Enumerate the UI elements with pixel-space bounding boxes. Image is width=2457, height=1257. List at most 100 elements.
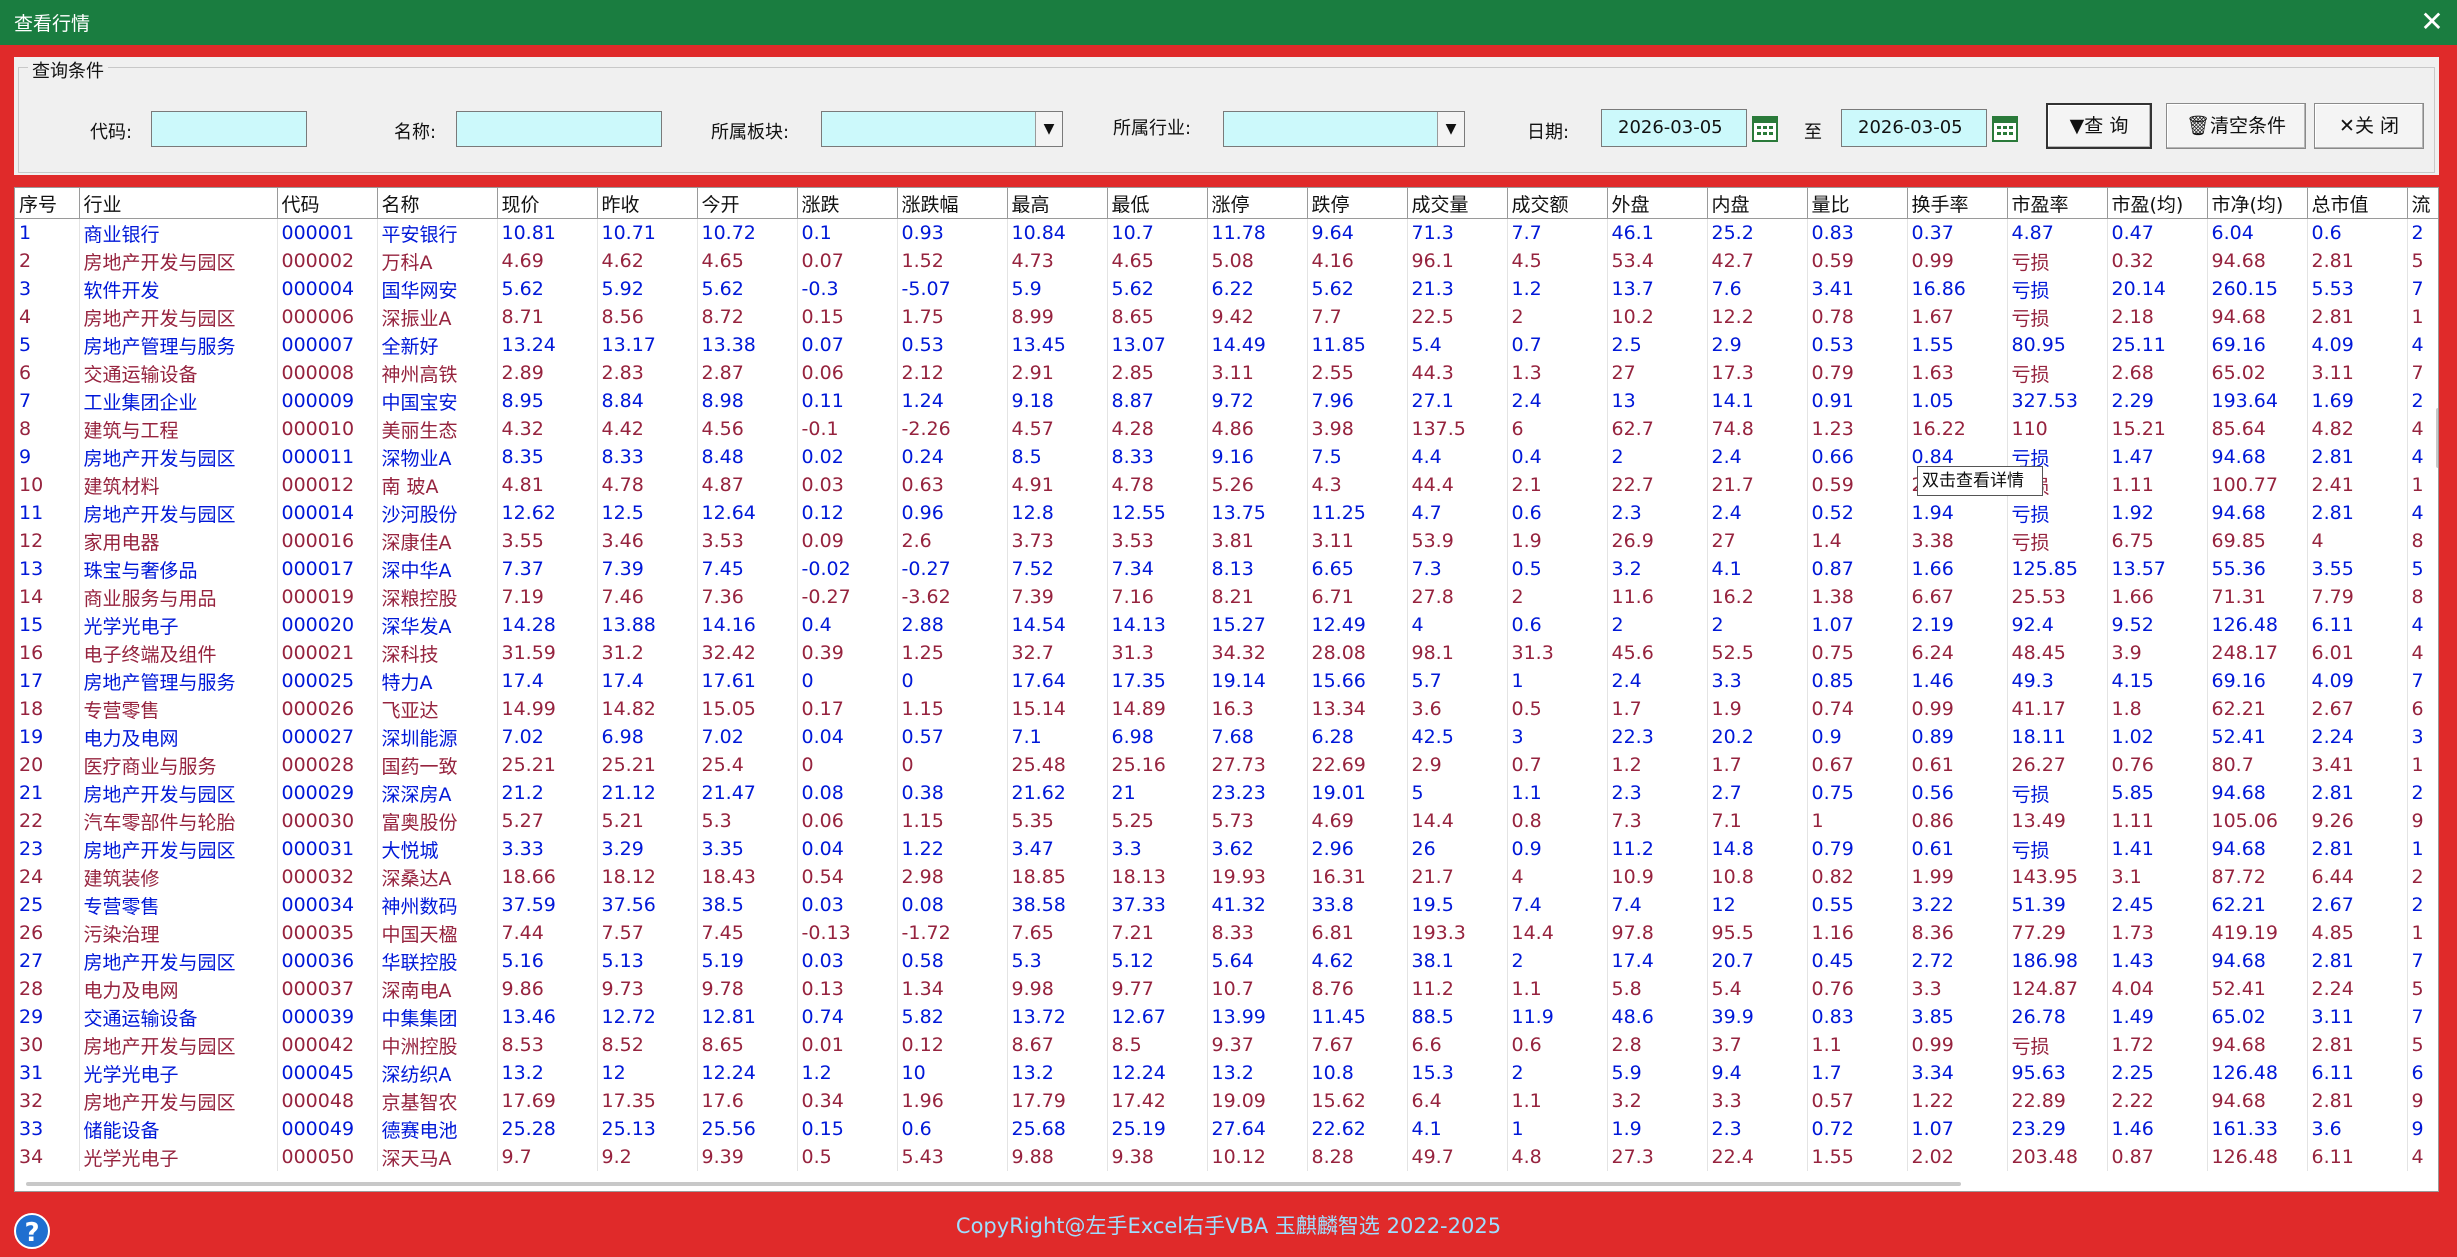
table-cell: 21.62 [1007, 779, 1108, 807]
table-cell: 8.99 [1007, 303, 1108, 331]
table-cell: 7.5 [1307, 443, 1408, 471]
column-header[interactable]: 今开 [697, 188, 798, 219]
table-row[interactable]: 15 光学光电子 000020 深华发A 14.28 13.88 14.16 0.4 2.88 1… [15, 611, 2438, 639]
sector-select[interactable]: ▼ [821, 111, 1063, 147]
column-header[interactable]: 涨跌 [797, 188, 898, 219]
column-header[interactable]: 外盘 [1607, 188, 1708, 219]
table-row[interactable]: 6 交通运输设备 000008 神州高铁 2.89 2.83 2.87 0.06 2.12 2.9… [15, 359, 2438, 387]
table-row[interactable]: 18 专营零售 000026 飞亚达 14.99 14.82 15.05 0.17 1.15 15… [15, 695, 2438, 723]
column-header[interactable]: 最高 [1007, 188, 1108, 219]
column-header[interactable]: 名称 [377, 188, 498, 219]
table-row[interactable]: 31 光学光电子 000045 深纺织A 13.2 12 12.24 1.2 10 13.2 12.… [15, 1059, 2438, 1087]
name-input[interactable] [456, 111, 662, 147]
table-cell: 3.11 [1307, 527, 1408, 555]
column-header[interactable]: 市盈(均) [2107, 188, 2208, 219]
table-row[interactable]: 28 电力及电网 000037 深南电A 9.86 9.73 9.78 0.13 1.34 9.9… [15, 975, 2438, 1003]
close-icon[interactable]: ✕ [2417, 5, 2447, 39]
table-cell: 8.28 [1307, 1143, 1408, 1171]
clear-conditions-button[interactable]: 🗑清空条件 [2166, 103, 2306, 149]
table-row[interactable]: 25 专营零售 000034 神州数码 37.59 37.56 38.5 0.03 0.08 38… [15, 891, 2438, 919]
column-header[interactable]: 跌停 [1307, 188, 1408, 219]
table-row[interactable]: 33 储能设备 000049 德赛电池 25.28 25.13 25.56 0.15 0.6 25… [15, 1115, 2438, 1143]
table-row[interactable]: 22 汽车零部件与轮胎 000030 富奥股份 5.27 5.21 5.3 0.06 1.15 5… [15, 807, 2438, 835]
table-cell: 1.38 [1807, 583, 1908, 611]
horizontal-scrollbar[interactable] [26, 1182, 1961, 1186]
table-row[interactable]: 12 家用电器 000016 深康佳A 3.55 3.46 3.53 0.09 2.6 3.73 3… [15, 527, 2438, 555]
table-cell: 34.32 [1207, 639, 1308, 667]
column-header[interactable]: 序号 [15, 188, 80, 219]
column-header[interactable]: 量比 [1807, 188, 1908, 219]
table-row[interactable]: 29 交通运输设备 000039 中集集团 13.46 12.72 12.81 0.74 5.8… [15, 1003, 2438, 1031]
table-row[interactable]: 3 软件开发 000004 国华网安 5.62 5.92 5.62 -0.3 -5.07 5.9 5… [15, 275, 2438, 303]
close-button[interactable]: ✕关 闭 [2314, 103, 2424, 149]
table-cell: 10.7 [1207, 975, 1308, 1003]
table-cell: 3.29 [597, 835, 698, 863]
table-row[interactable]: 23 房地产开发与园区 000031 大悦城 3.33 3.29 3.35 0.04 1.22 3… [15, 835, 2438, 863]
table-row[interactable]: 4 房地产开发与园区 000006 深振业A 8.71 8.56 8.72 0.15 1.75 8… [15, 303, 2438, 331]
column-header[interactable]: 换手率 [1907, 188, 2008, 219]
table-row[interactable]: 10 建筑材料 000012 南 玻A 4.81 4.78 4.87 0.03 0.63 4.91… [15, 471, 2438, 499]
chevron-down-icon[interactable]: ▼ [1437, 112, 1464, 146]
table-row[interactable]: 9 房地产开发与园区 000011 深物业A 8.35 8.33 8.48 0.02 0.24 8… [15, 443, 2438, 471]
column-header[interactable]: 成交量 [1407, 188, 1508, 219]
table-row[interactable]: 1 商业银行 000001 平安银行 10.81 10.71 10.72 0.1 0.93 10.… [15, 218, 2438, 247]
quotes-table[interactable]: 序号 行业 代码 名称 现价 昨收 今开 涨跌 涨跌幅 最高 最低 涨停 跌停 成交量 成交额 外盘 内盘 量比换… [14, 187, 2439, 1192]
code-input[interactable] [151, 111, 307, 147]
query-button[interactable]: ▼查 询 [2046, 103, 2152, 149]
date-from-input[interactable]: 2026-03-05 [1601, 109, 1747, 147]
column-header[interactable]: 涨停 [1207, 188, 1308, 219]
table-cell: 0.59 [1807, 247, 1908, 275]
industry-select[interactable]: ▼ [1223, 111, 1465, 147]
table-cell: 2 [1607, 443, 1708, 471]
table-cell: 12.62 [497, 499, 598, 527]
column-header[interactable]: 市净(均) [2207, 188, 2308, 219]
table-cell: 2.22 [2107, 1087, 2208, 1115]
chevron-down-icon[interactable]: ▼ [1035, 112, 1062, 146]
column-header[interactable]: 昨收 [597, 188, 698, 219]
column-header[interactable]: 现价 [497, 188, 598, 219]
table-cell: 储能设备 [79, 1115, 278, 1143]
column-header[interactable]: 市盈率 [2007, 188, 2108, 219]
table-cell: 3.85 [1907, 1003, 2008, 1031]
column-header[interactable]: 涨跌幅 [897, 188, 1008, 219]
table-row[interactable]: 5 房地产管理与服务 000007 全新好 13.24 13.17 13.38 0.07 0.5… [15, 331, 2438, 359]
column-header[interactable]: 最低 [1107, 188, 1208, 219]
table-cell: 19.01 [1307, 779, 1408, 807]
table-row[interactable]: 14 商业服务与用品 000019 深粮控股 7.19 7.46 7.36 -0.27 -3.6… [15, 583, 2438, 611]
column-header[interactable]: 代码 [277, 188, 378, 219]
table-row[interactable]: 27 房地产开发与园区 000036 华联控股 5.16 5.13 5.19 0.03 0.58… [15, 947, 2438, 975]
table-cell: 95.63 [2007, 1059, 2108, 1087]
table-cell: 94.68 [2207, 947, 2308, 975]
table-row[interactable]: 20 医疗商业与服务 000028 国药一致 25.21 25.21 25.4 0 0 25.48… [15, 751, 2438, 779]
table-row[interactable]: 26 污染治理 000035 中国天楹 7.44 7.57 7.45 -0.13 -1.72 7.… [15, 919, 2438, 947]
table-cell: 0.75 [1807, 639, 1908, 667]
column-header[interactable]: 成交额 [1507, 188, 1608, 219]
table-cell: 19.93 [1207, 863, 1308, 891]
table-row[interactable]: 17 房地产管理与服务 000025 特力A 17.4 17.4 17.61 0 0 17.64 1… [15, 667, 2438, 695]
table-row[interactable]: 30 房地产开发与园区 000042 中洲控股 8.53 8.52 8.65 0.01 0.12… [15, 1031, 2438, 1059]
table-cell: 26.27 [2007, 751, 2108, 779]
table-row[interactable]: 34 光学光电子 000050 深天马A 9.7 9.2 9.39 0.5 5.43 9.88 9.… [15, 1143, 2438, 1171]
table-row[interactable]: 32 房地产开发与园区 000048 京基智农 17.69 17.35 17.6 0.34 1.… [15, 1087, 2438, 1115]
table-cell: 25.19 [1107, 1115, 1208, 1143]
table-row[interactable]: 11 房地产开发与园区 000014 沙河股份 12.62 12.5 12.64 0.12 0.… [15, 499, 2438, 527]
table-cell: 7.36 [697, 583, 798, 611]
table-row[interactable]: 2 房地产开发与园区 000002 万科A 4.69 4.62 4.65 0.07 1.52 4.… [15, 247, 2438, 275]
column-header[interactable]: 内盘 [1707, 188, 1808, 219]
table-row[interactable]: 13 珠宝与奢侈品 000017 深中华A 7.37 7.39 7.45 -0.02 -0.27… [15, 555, 2438, 583]
column-header[interactable]: 行业 [79, 188, 278, 219]
table-cell: 7.39 [597, 555, 698, 583]
calendar-icon[interactable] [1750, 111, 1780, 145]
table-row[interactable]: 7 工业集团企业 000009 中国宝安 8.95 8.84 8.98 0.11 1.24 9.1… [15, 387, 2438, 415]
table-cell: 0.02 [797, 443, 898, 471]
table-row[interactable]: 8 建筑与工程 000010 美丽生态 4.32 4.42 4.56 -0.1 -2.26 4.5… [15, 415, 2438, 443]
column-header[interactable]: 总市值 [2307, 188, 2408, 219]
column-header[interactable]: 流 [2407, 188, 2438, 219]
date-to-input[interactable]: 2026-03-05 [1841, 109, 1987, 147]
table-cell: 5.8 [1607, 975, 1708, 1003]
table-row[interactable]: 16 电子终端及组件 000021 深科技 31.59 31.2 32.42 0.39 1.25… [15, 639, 2438, 667]
calendar-icon[interactable] [1990, 111, 2020, 145]
table-row[interactable]: 21 房地产开发与园区 000029 深深房A 21.2 21.12 21.47 0.08 0.… [15, 779, 2438, 807]
table-row[interactable]: 24 建筑装修 000032 深桑达A 18.66 18.12 18.43 0.54 2.98 1… [15, 863, 2438, 891]
table-row[interactable]: 19 电力及电网 000027 深圳能源 7.02 6.98 7.02 0.04 0.57 7.1… [15, 723, 2438, 751]
